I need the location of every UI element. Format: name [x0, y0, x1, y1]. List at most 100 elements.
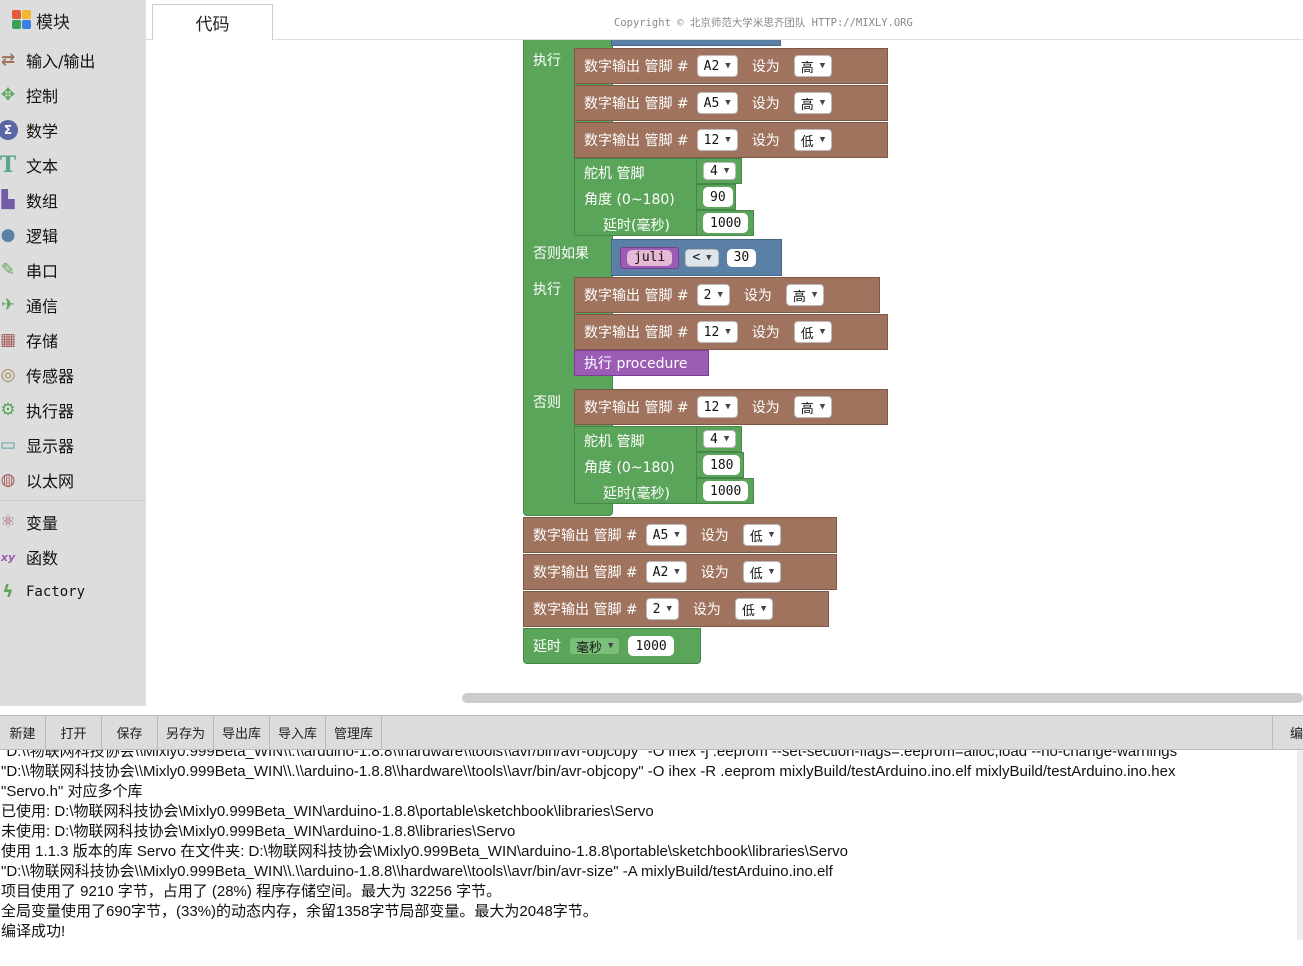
level-dropdown[interactable]: 低 ▼	[742, 524, 782, 546]
pin-dropdown[interactable]: 12 ▼	[696, 129, 738, 151]
pin-dropdown[interactable]: 2 ▼	[645, 598, 679, 620]
level-dropdown[interactable]: 低 ▼	[734, 598, 774, 620]
open-button[interactable]: 打开	[46, 716, 102, 749]
set-to-label: 设为	[751, 96, 780, 112]
variable-juli[interactable]: juli	[627, 249, 673, 266]
console-line: 已使用: D:\物联网科技协会\Mixly0.999Beta_WIN\ardui…	[1, 803, 654, 820]
vertical-scrollbar[interactable]	[1297, 750, 1303, 940]
console-line: "D:\\物联网科技协会\\Mixly0.999Beta_WIN\\.\\ard…	[1, 750, 1178, 760]
chevron-down-icon: ▼	[717, 290, 723, 300]
delay-block[interactable]: 延时 毫秒 ▼ 1000	[523, 628, 701, 664]
servo-label: 舵机 管脚	[584, 434, 645, 450]
digital-write-label: 数字输出 管脚 #	[584, 325, 689, 341]
sidebar-item-serial[interactable]: ✎ 串口	[0, 255, 146, 285]
level-dropdown[interactable]: 低 ▼	[742, 561, 782, 583]
servo-pin-dropdown[interactable]: 4 ▼	[703, 162, 737, 180]
angle-value[interactable]: 90	[703, 187, 733, 207]
tab-code[interactable]: 代码	[152, 4, 273, 40]
pen-icon: ✎	[0, 260, 16, 280]
servo-pin-socket: 4 ▼	[696, 158, 742, 184]
console-line: "D:\\物联网科技协会\\Mixly0.999Beta_WIN\\.\\ard…	[1, 863, 833, 880]
level-dropdown[interactable]: 高 ▼	[785, 284, 825, 306]
delay-value[interactable]: 1000	[628, 636, 674, 656]
angle-label: 角度 (0~180)	[584, 460, 675, 476]
angle-label: 角度 (0~180)	[584, 192, 675, 208]
manage-lib-button[interactable]: 管理库	[326, 716, 382, 749]
digital-write-label: 数字输出 管脚 #	[584, 133, 689, 149]
digital-write-block[interactable]: 数字输出 管脚 # 12 ▼ 设为 低 ▼	[574, 122, 888, 158]
new-button[interactable]: 新建	[0, 716, 46, 749]
pin-dropdown[interactable]: A5 ▼	[645, 524, 687, 546]
digital-write-block[interactable]: 数字输出 管脚 # A2 ▼ 设为 低 ▼	[523, 554, 837, 590]
digital-write-block[interactable]: 数字输出 管脚 # A2 ▼ 设为 高 ▼	[574, 48, 888, 84]
sidebar-item-functions[interactable]: xy 函数	[0, 542, 146, 572]
servo-pin-dropdown[interactable]: 4 ▼	[703, 430, 737, 448]
top-bar: 模块 代码 Copyright © 北京师范大学米思齐团队 HTTP://MIX…	[0, 0, 1303, 40]
sidebar-item-math[interactable]: Σ 数学	[0, 115, 146, 145]
level-dropdown[interactable]: 低 ▼	[793, 321, 833, 343]
level-dropdown[interactable]: 高 ▼	[793, 396, 833, 418]
pin-dropdown[interactable]: 12 ▼	[696, 396, 738, 418]
set-to-label: 设为	[751, 400, 780, 416]
block-workspace[interactable]: 执行 数字输出 管脚 # A2 ▼ 设为 高 ▼ 数字输出 管脚 # A5 ▼ 设为 …	[146, 40, 1303, 706]
sidebar-item-actuator[interactable]: ⚙ 执行器	[0, 395, 146, 425]
sidebar-item-variables[interactable]: ⚛ 变量	[0, 507, 146, 537]
digital-write-label: 数字输出 管脚 #	[584, 59, 689, 75]
digital-write-block[interactable]: 数字输出 管脚 # 12 ▼ 设为 低 ▼	[574, 314, 888, 350]
compare-block[interactable]: juli < ▼ 30	[611, 239, 782, 276]
digital-write-block[interactable]: 数字输出 管脚 # 2 ▼ 设为 高 ▼	[574, 277, 880, 313]
save-as-button[interactable]: 另存为	[158, 716, 214, 749]
unit-dropdown[interactable]: 毫秒 ▼	[569, 637, 621, 656]
compile-button[interactable]: 编	[1272, 716, 1303, 749]
digital-write-block[interactable]: 数字输出 管脚 # A5 ▼ 设为 低 ▼	[523, 517, 837, 553]
number-30[interactable]: 30	[726, 248, 757, 267]
save-button[interactable]: 保存	[102, 716, 158, 749]
level-dropdown[interactable]: 低 ▼	[793, 129, 833, 151]
storage-icon: ▦	[0, 330, 17, 350]
servo-block[interactable]: 舵机 管脚 角度 (0~180) 延时(毫秒)	[574, 426, 698, 504]
chevron-down-icon: ▼	[725, 135, 731, 145]
variable-block[interactable]: juli	[620, 246, 680, 269]
delay-value[interactable]: 1000	[703, 213, 749, 233]
exec-label-2: 执行	[533, 282, 561, 298]
sidebar-item-text[interactable]: T 文本	[0, 150, 146, 180]
pin-dropdown[interactable]: A2 ▼	[696, 55, 738, 77]
call-procedure-block[interactable]: 执行 procedure	[574, 350, 709, 376]
sidebar-item-sensor[interactable]: ◎ 传感器	[0, 360, 146, 390]
digital-write-block[interactable]: 数字输出 管脚 # 12 ▼ 设为 高 ▼	[574, 389, 888, 425]
digital-write-label: 数字输出 管脚 #	[584, 96, 689, 112]
sidebar-item-logic[interactable]: ● 逻辑	[0, 220, 146, 250]
sidebar-item-io[interactable]: ⇄ 输入/输出	[0, 45, 146, 75]
sidebar-item-control[interactable]: ✥ 控制	[0, 80, 146, 110]
servo-block[interactable]: 舵机 管脚 角度 (0~180) 延时(毫秒)	[574, 158, 698, 236]
pin-dropdown[interactable]: 12 ▼	[696, 321, 738, 343]
chevron-down-icon: ▼	[819, 135, 826, 145]
import-lib-button[interactable]: 导入库	[270, 716, 326, 749]
set-to-label: 设为	[692, 602, 721, 618]
angle-value[interactable]: 180	[703, 455, 741, 475]
chevron-down-icon: ▼	[768, 530, 775, 540]
sidebar-item-ethernet[interactable]: ◍ 以太网	[0, 465, 146, 495]
function-icon: xy	[0, 550, 16, 564]
blocks-icon: ▙	[1, 190, 15, 210]
level-dropdown[interactable]: 高 ▼	[793, 55, 833, 77]
delay-socket: 1000	[696, 210, 754, 236]
sidebar-item-factory[interactable]: ϟ Factory	[0, 577, 146, 607]
set-to-label: 设为	[700, 565, 729, 581]
digital-write-block[interactable]: 数字输出 管脚 # 2 ▼ 设为 低 ▼	[523, 591, 829, 627]
sidebar-item-storage[interactable]: ▦ 存储	[0, 325, 146, 355]
sidebar-item-comm[interactable]: ✈ 通信	[0, 290, 146, 320]
digital-write-label: 数字输出 管脚 #	[533, 565, 638, 581]
pin-dropdown[interactable]: 2 ▼	[696, 284, 730, 306]
operator-dropdown[interactable]: < ▼	[685, 248, 719, 267]
export-lib-button[interactable]: 导出库	[214, 716, 270, 749]
delay-value[interactable]: 1000	[703, 481, 749, 501]
pin-dropdown[interactable]: A2 ▼	[645, 561, 687, 583]
pin-dropdown[interactable]: A5 ▼	[696, 92, 738, 114]
sidebar-item-array[interactable]: ▙ 数组	[0, 185, 146, 215]
digital-write-block[interactable]: 数字输出 管脚 # A5 ▼ 设为 高 ▼	[574, 85, 888, 121]
horizontal-scrollbar[interactable]	[462, 693, 1303, 703]
sidebar-item-display[interactable]: ▭ 显示器	[0, 430, 146, 460]
chevron-down-icon: ▼	[723, 166, 730, 176]
level-dropdown[interactable]: 高 ▼	[793, 92, 833, 114]
